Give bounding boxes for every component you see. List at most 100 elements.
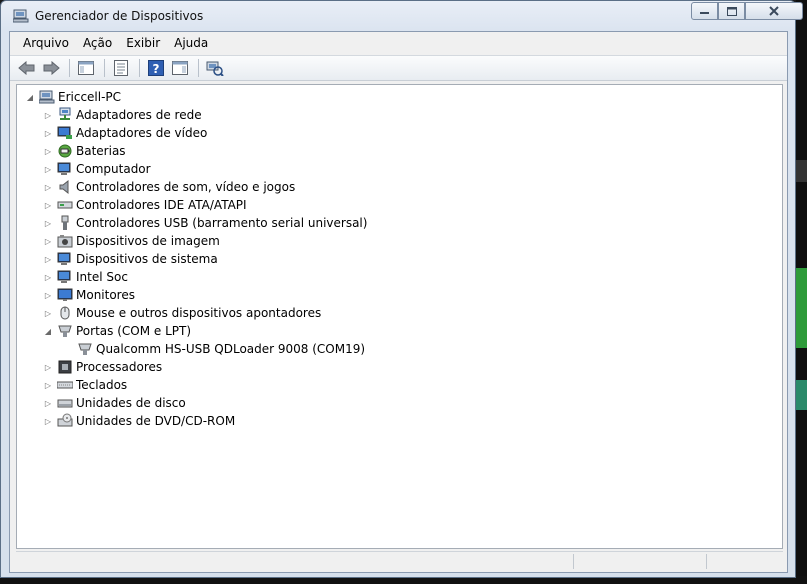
status-bar <box>16 551 783 571</box>
port-icon <box>57 323 73 339</box>
computer-icon <box>57 161 73 177</box>
tree-node-label: Controladores IDE ATA/ATAPI <box>76 198 247 212</box>
expand-arrow-icon[interactable]: ▷ <box>43 237 53 246</box>
tree-node-portas[interactable]: ◢ Portas (COM e LPT) <box>43 322 191 340</box>
intel-soc-icon <box>57 269 73 285</box>
desktop-background <box>796 0 807 584</box>
menu-bar: Arquivo Ação Exibir Ajuda <box>10 32 787 54</box>
speaker-icon <box>57 179 73 195</box>
maximize-button[interactable] <box>718 2 745 20</box>
tree-node-controladores-ide[interactable]: ▷ Controladores IDE ATA/ATAPI <box>43 196 247 214</box>
desktop-fragment <box>796 380 807 410</box>
tree-node-controladores-de-som[interactable]: ▷ Controladores de som, vídeo e jogos <box>43 178 295 196</box>
keyboard-icon <box>57 377 73 393</box>
expand-arrow-icon[interactable]: ▷ <box>43 111 53 120</box>
desktop-fragment <box>796 268 807 348</box>
dvd-drive-icon <box>57 413 73 429</box>
tree-node-dispositivos-de-imagem[interactable]: ▷ Dispositivos de imagem <box>43 232 220 250</box>
collapse-arrow-icon[interactable]: ◢ <box>43 327 53 336</box>
expand-arrow-icon[interactable]: ▷ <box>43 201 53 210</box>
device-tree[interactable]: ◢ Ericcell-PC ▷ Adaptadores de rede ▷ Ad… <box>16 84 783 549</box>
tree-node-label: Processadores <box>76 360 163 374</box>
status-divider <box>573 554 574 569</box>
toolbar-separator <box>104 59 105 77</box>
device-manager-icon <box>12 8 29 24</box>
tree-node-label: Qualcomm HS-USB QDLoader 9008 (COM19) <box>96 342 366 356</box>
expand-arrow-icon[interactable]: ▷ <box>43 417 53 426</box>
tree-node-label: Monitores <box>76 288 135 302</box>
menu-arquivo[interactable]: Arquivo <box>16 33 76 53</box>
forward-icon[interactable] <box>40 58 62 78</box>
tree-node-computador[interactable]: ▷ Computador <box>43 160 151 178</box>
tree-node-unidades-de-dvd[interactable]: ▷ Unidades de DVD/CD-ROM <box>43 412 235 430</box>
tree-node-intel-soc[interactable]: ▷ Intel Soc <box>43 268 128 286</box>
mouse-icon <box>57 305 73 321</box>
tree-node-adaptadores-de-video[interactable]: ▷ Adaptadores de vídeo <box>43 124 207 142</box>
client-area: Arquivo Ação Exibir Ajuda ? ◢ Ericcell-P… <box>9 31 788 573</box>
display-adapter-icon <box>57 125 73 141</box>
close-button[interactable] <box>745 2 803 20</box>
expand-arrow-icon[interactable]: ▷ <box>43 363 53 372</box>
tree-root-label: Ericcell-PC <box>58 90 122 104</box>
help-icon[interactable]: ? <box>145 58 167 78</box>
tree-node-qualcomm-port[interactable]: Qualcomm HS-USB QDLoader 9008 (COM19) <box>77 340 365 358</box>
menu-acao[interactable]: Ação <box>76 33 119 53</box>
battery-icon <box>57 143 73 159</box>
expand-arrow-icon[interactable]: ▷ <box>43 255 53 264</box>
tree-node-label: Dispositivos de sistema <box>76 252 218 266</box>
tree-node-label: Unidades de disco <box>76 396 186 410</box>
tree-node-label: Computador <box>76 162 151 176</box>
tree-node-label: Controladores de som, vídeo e jogos <box>76 180 296 194</box>
back-icon[interactable] <box>16 58 38 78</box>
expand-arrow-icon[interactable]: ▷ <box>43 147 53 156</box>
properties-icon[interactable] <box>110 58 132 78</box>
tree-node-baterias[interactable]: ▷ Baterias <box>43 142 126 160</box>
tree-root-node[interactable]: ◢ Ericcell-PC <box>25 88 121 106</box>
desktop-fragment <box>796 160 807 182</box>
camera-icon <box>57 233 73 249</box>
computer-icon <box>39 89 55 105</box>
device-manager-window: Gerenciador de Dispositivos Arquivo Ação… <box>0 0 803 578</box>
expand-arrow-icon[interactable]: ▷ <box>43 309 53 318</box>
toolbar-separator <box>69 59 70 77</box>
tree-node-teclados[interactable]: ▷ Teclados <box>43 376 127 394</box>
usb-icon <box>57 215 73 231</box>
processor-icon <box>57 359 73 375</box>
disk-drive-icon <box>57 395 73 411</box>
tree-node-adaptadores-de-rede[interactable]: ▷ Adaptadores de rede <box>43 106 202 124</box>
tree-node-monitores[interactable]: ▷ Monitores <box>43 286 135 304</box>
action-pane-icon[interactable] <box>169 58 191 78</box>
tree-node-label: Mouse e outros dispositivos apontadores <box>76 306 322 320</box>
menu-exibir[interactable]: Exibir <box>119 33 167 53</box>
tree-node-label: Adaptadores de rede <box>76 108 202 122</box>
tree-node-processadores[interactable]: ▷ Processadores <box>43 358 162 376</box>
port-icon <box>77 341 93 357</box>
tree-node-label: Controladores USB (barramento serial uni… <box>76 216 368 230</box>
tree-node-controladores-usb[interactable]: ▷ Controladores USB (barramento serial u… <box>43 214 367 232</box>
expand-arrow-icon[interactable]: ▷ <box>43 183 53 192</box>
tree-node-label: Intel Soc <box>76 270 128 284</box>
toolbar-separator <box>198 59 199 77</box>
title-bar[interactable]: Gerenciador de Dispositivos <box>1 1 803 31</box>
expand-arrow-icon[interactable]: ▷ <box>43 399 53 408</box>
expand-arrow-icon[interactable]: ▷ <box>43 219 53 228</box>
menu-ajuda[interactable]: Ajuda <box>167 33 215 53</box>
expand-arrow-icon[interactable]: ▷ <box>43 273 53 282</box>
tree-node-dispositivos-de-sistema[interactable]: ▷ Dispositivos de sistema <box>43 250 218 268</box>
toolbar-separator <box>139 59 140 77</box>
tree-node-label: Teclados <box>76 378 128 392</box>
show-hide-console-tree-icon[interactable] <box>75 58 97 78</box>
ide-controller-icon <box>57 197 73 213</box>
collapse-arrow-icon[interactable]: ◢ <box>25 93 35 102</box>
expand-arrow-icon[interactable]: ▷ <box>43 291 53 300</box>
caption-buttons <box>691 2 803 22</box>
expand-arrow-icon[interactable]: ▷ <box>43 129 53 138</box>
scan-hardware-icon[interactable] <box>204 58 226 78</box>
expand-arrow-icon[interactable]: ▷ <box>43 381 53 390</box>
tree-node-mouse[interactable]: ▷ Mouse e outros dispositivos apontadore… <box>43 304 321 322</box>
tree-node-unidades-de-disco[interactable]: ▷ Unidades de disco <box>43 394 186 412</box>
tree-node-label: Unidades de DVD/CD-ROM <box>76 414 236 428</box>
svg-text:?: ? <box>153 62 160 76</box>
minimize-button[interactable] <box>691 2 718 20</box>
expand-arrow-icon[interactable]: ▷ <box>43 165 53 174</box>
